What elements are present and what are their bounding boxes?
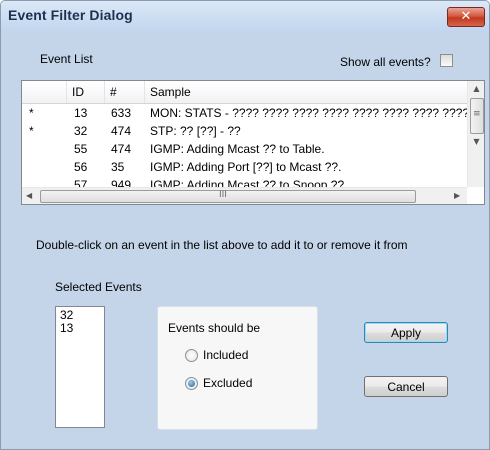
event-list-vertical-scrollbar[interactable]: ▲ ≡ ▼ [467,81,484,187]
row-mark: * [29,124,34,138]
selected-events-list[interactable]: 32 13 [55,306,105,428]
row-sample: IGMP: Adding Mcast ?? to Table. [150,142,325,156]
event-list-horizontal-scrollbar[interactable]: ◀ III ▶ [22,187,467,204]
grip-icon: III [219,190,227,200]
row-id: 55 [74,142,88,156]
scroll-up-icon[interactable]: ▲ [468,84,484,93]
column-header-id[interactable]: ID [67,81,105,103]
event-list[interactable]: ID # Sample * 13 633 MON: STATS - ???? ?… [21,80,485,205]
event-row[interactable]: * 32 474 STP: ?? [??] - ?? [22,122,467,140]
included-label[interactable]: Included [203,348,248,362]
apply-button[interactable]: Apply [364,322,448,343]
included-radio[interactable] [185,349,198,362]
title-bar[interactable]: Event Filter Dialog ✕ [1,1,489,31]
row-id: 57 [74,178,88,187]
excluded-radio[interactable] [185,377,198,390]
radio-selected-dot [188,380,195,387]
event-row[interactable]: 55 474 IGMP: Adding Mcast ?? to Table. [22,140,467,158]
row-sample: MON: STATS - ???? ???? ???? ???? ???? ??… [150,106,467,120]
row-count: 474 [111,142,132,156]
vertical-scroll-thumb[interactable]: ≡ [470,98,484,134]
column-header-mark[interactable] [22,81,67,103]
row-count: 35 [111,160,125,174]
row-count: 949 [111,178,132,187]
event-row[interactable]: 56 35 IGMP: Adding Port [??] to Mcast ??… [22,158,467,176]
grip-icon: ≡ [473,109,481,119]
scroll-left-icon[interactable]: ◀ [26,191,32,200]
column-header-count[interactable]: # [105,81,145,103]
scroll-down-icon[interactable]: ▼ [468,137,484,146]
event-list-header: ID # Sample [22,81,467,104]
row-sample: STP: ?? [??] - ?? [150,124,241,138]
show-all-events-checkbox[interactable] [440,54,453,67]
horizontal-scroll-thumb[interactable]: III [40,190,416,203]
window-title: Event Filter Dialog [8,7,133,23]
row-sample: IGMP: Adding Mcast ?? to Snoop ?? [150,178,345,187]
close-button[interactable]: ✕ [447,7,485,27]
show-all-events-label: Show all events? [340,55,431,69]
cancel-button[interactable]: Cancel [364,376,448,397]
event-mode-label: Events should be [168,321,261,335]
event-row[interactable]: * 13 633 MON: STATS - ???? ???? ???? ???… [22,104,467,122]
excluded-label[interactable]: Excluded [203,376,252,390]
row-sample: IGMP: Adding Port [??] to Mcast ??. [150,160,342,174]
row-mark: * [29,106,34,120]
event-list-label: Event List [40,52,93,66]
event-row[interactable]: 57 949 IGMP: Adding Mcast ?? to Snoop ?? [22,176,467,187]
row-id: 56 [74,160,88,174]
column-header-sample[interactable]: Sample [145,81,467,103]
instruction-text: Double-click on an event in the list abo… [36,238,408,252]
row-id: 13 [74,106,88,120]
row-count: 633 [111,106,132,120]
event-list-rows: * 13 633 MON: STATS - ???? ???? ???? ???… [22,104,467,187]
row-id: 32 [74,124,88,138]
selected-event-item[interactable]: 13 [60,322,100,335]
row-count: 474 [111,124,132,138]
selected-events-label: Selected Events [55,280,142,294]
scroll-right-icon[interactable]: ▶ [454,191,460,200]
event-mode-group: Events should be Included Excluded [157,306,318,430]
